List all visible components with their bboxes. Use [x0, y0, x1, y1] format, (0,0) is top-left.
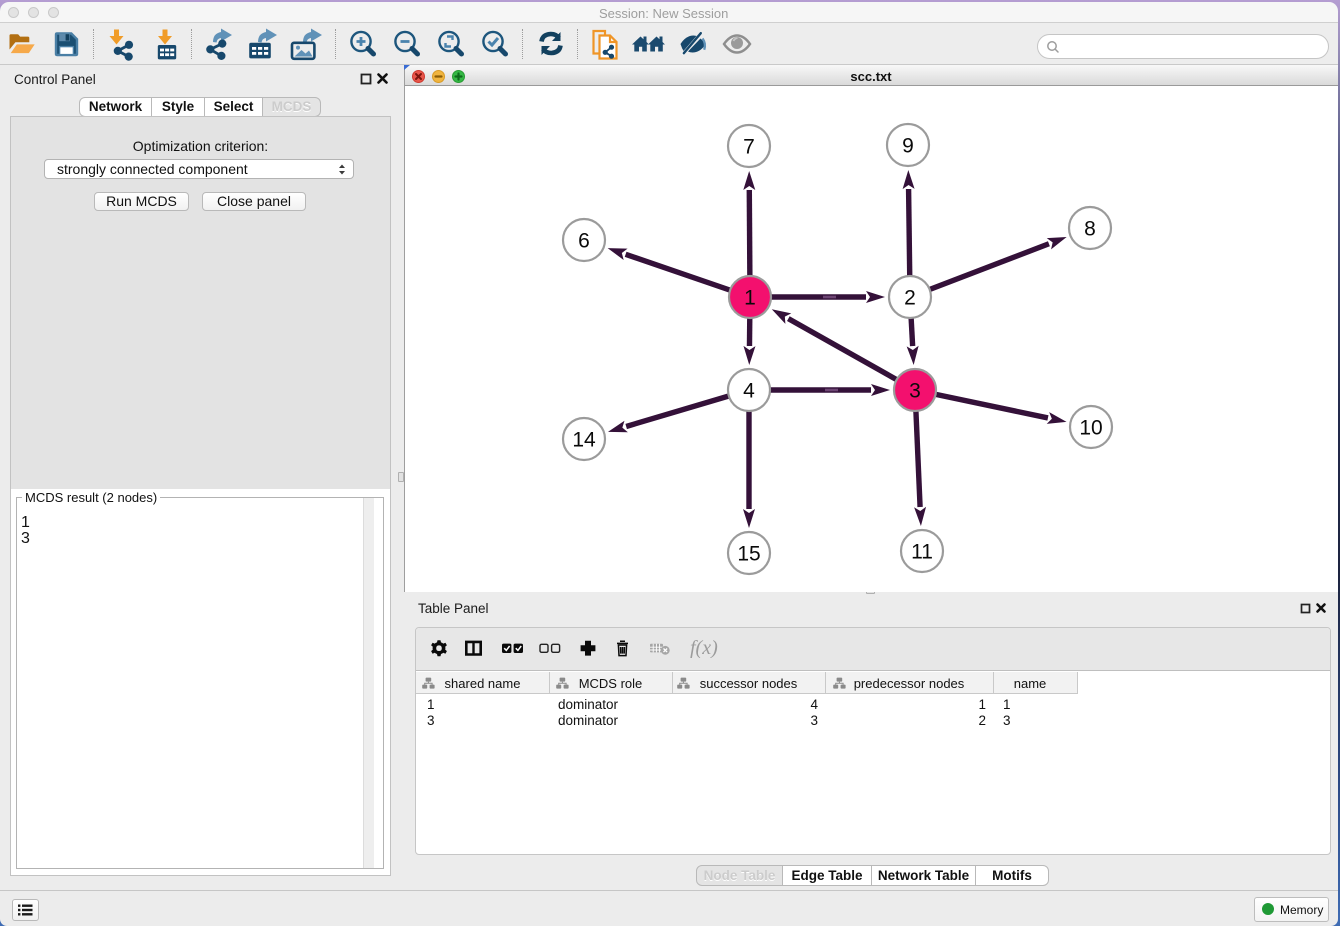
- svg-text:2: 2: [904, 287, 916, 310]
- svg-text:f(x): f(x): [690, 638, 718, 658]
- svg-text:6: 6: [578, 230, 590, 253]
- svg-text:3: 3: [909, 380, 921, 403]
- svg-text:8: 8: [1084, 218, 1096, 241]
- svg-text:9: 9: [902, 135, 914, 158]
- svg-text:7: 7: [743, 136, 755, 159]
- svg-text:1: 1: [744, 287, 756, 310]
- svg-text:14: 14: [572, 429, 596, 452]
- svg-text:4: 4: [743, 380, 755, 403]
- svg-text:11: 11: [911, 541, 933, 564]
- svg-text:15: 15: [737, 543, 760, 566]
- svg-text:10: 10: [1079, 417, 1102, 440]
